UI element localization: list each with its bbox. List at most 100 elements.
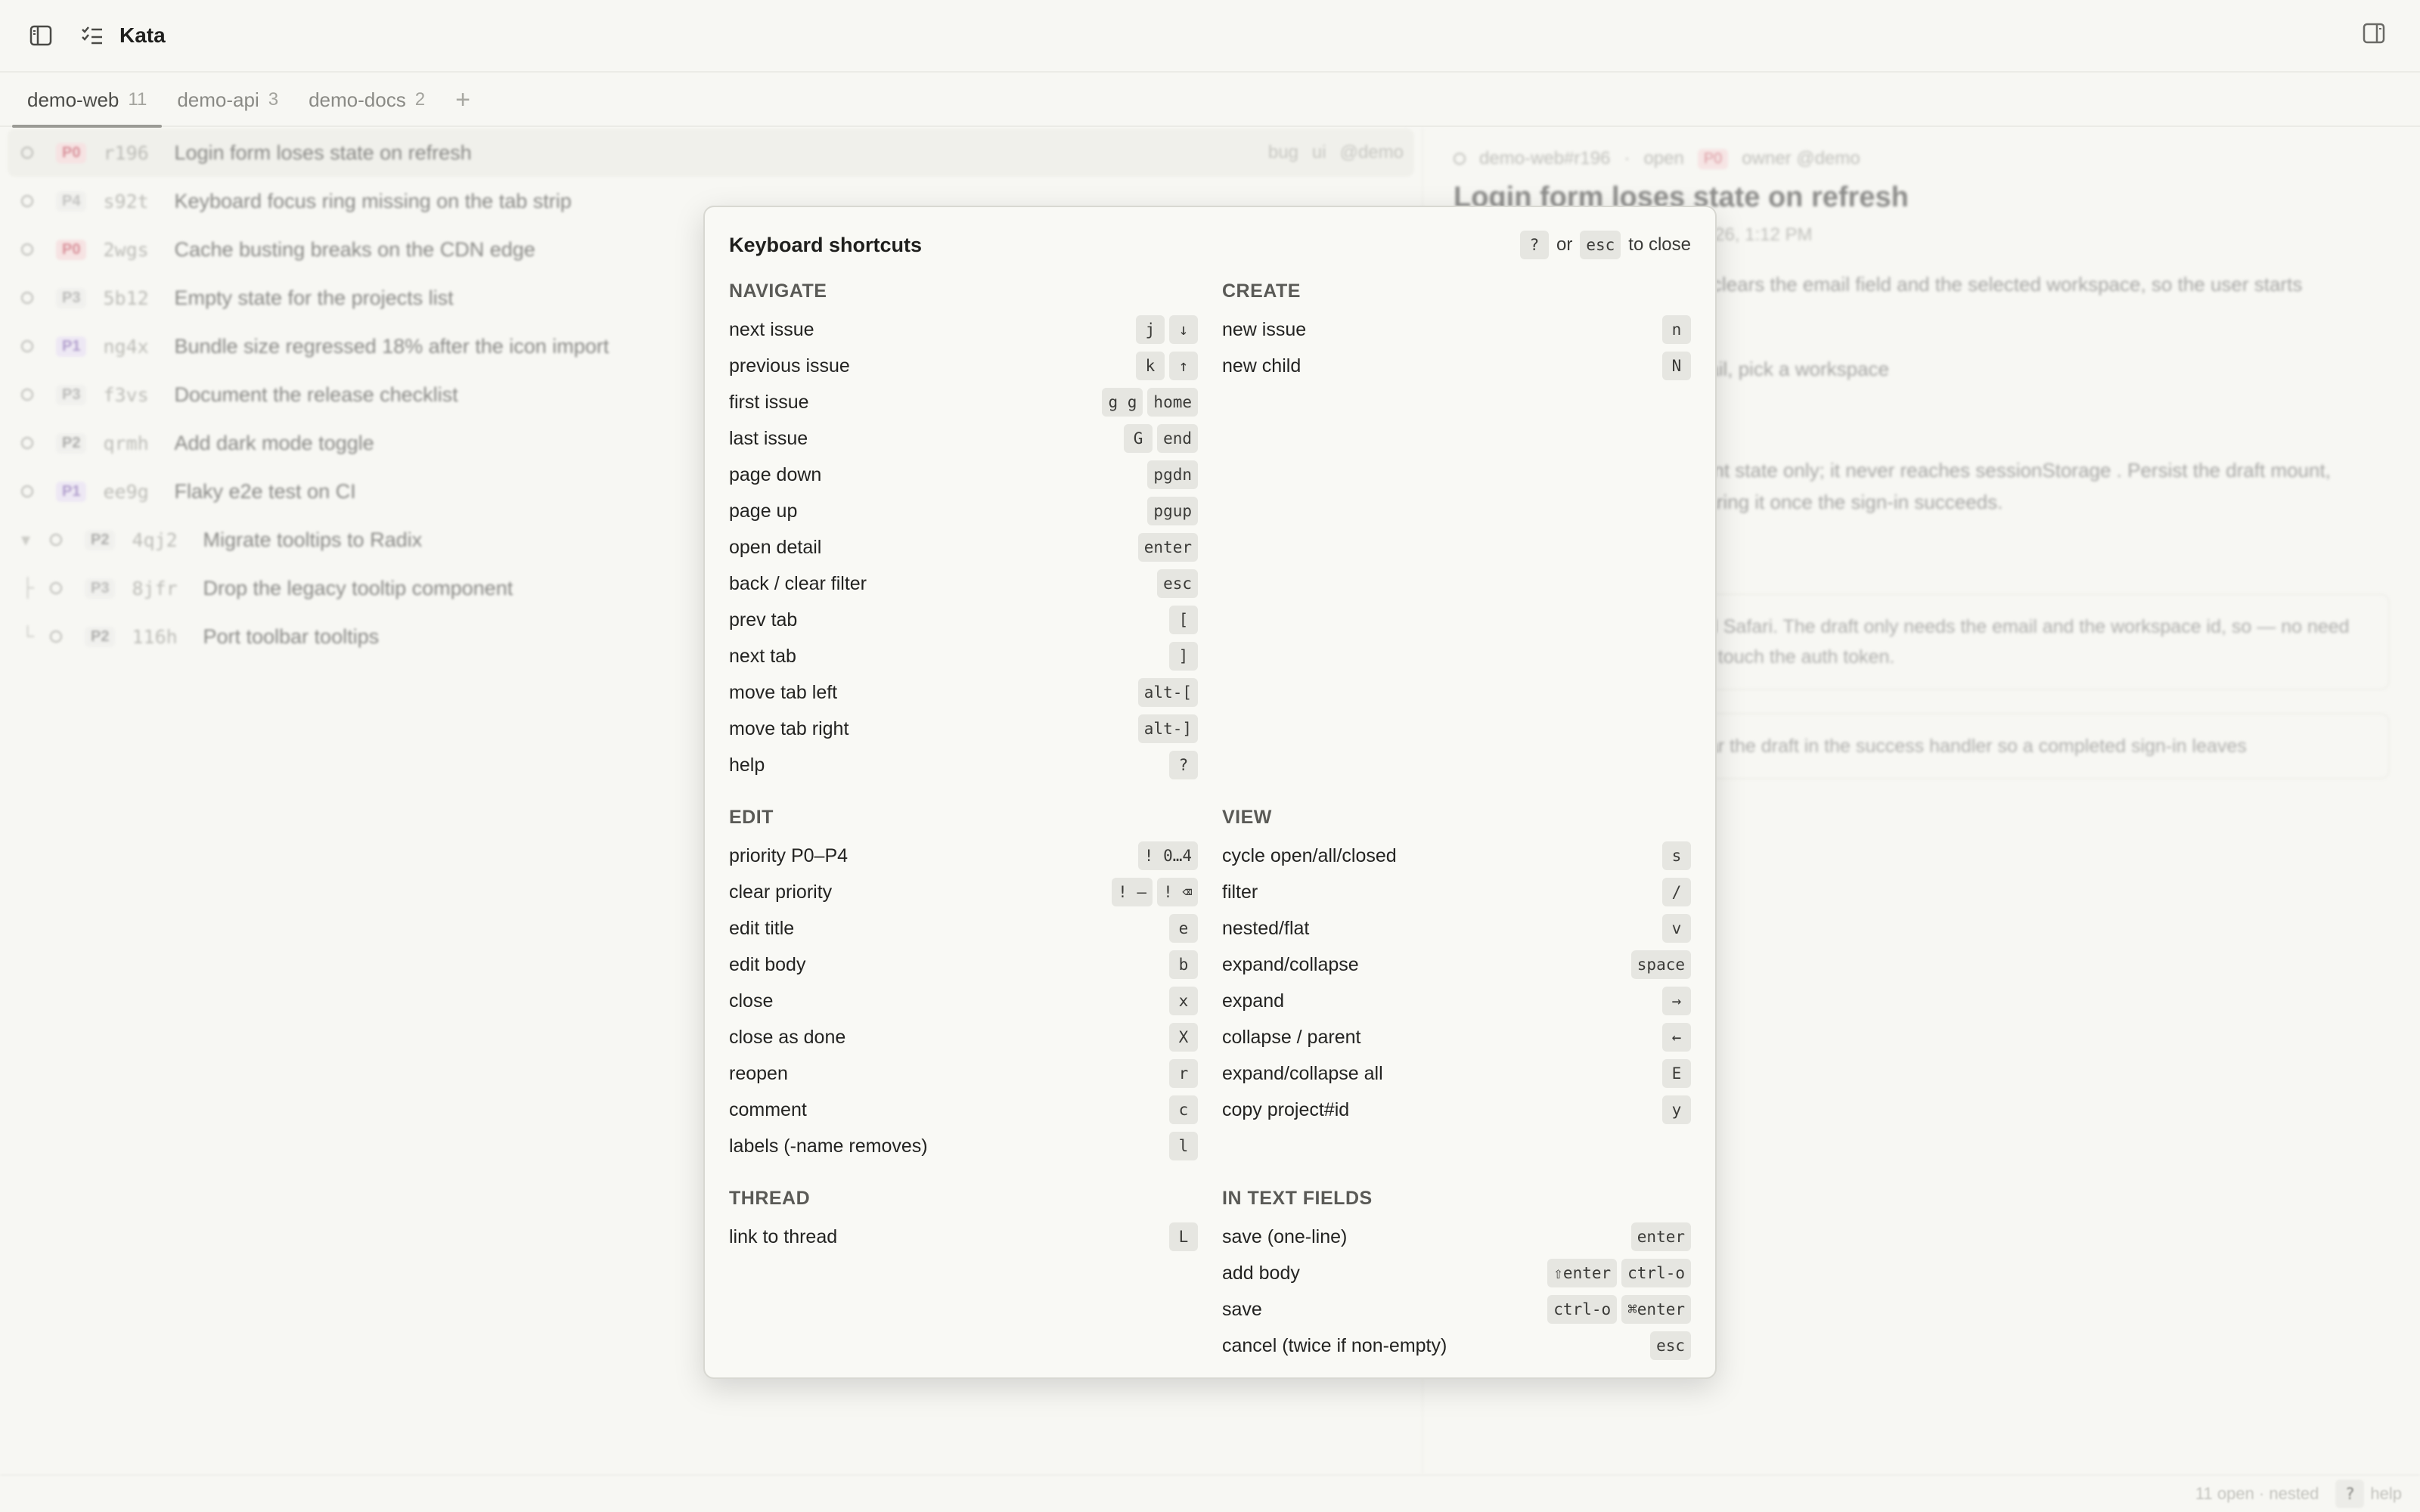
shortcut-first-issue: first issue g g home bbox=[729, 384, 1198, 420]
project-tabs: demo-web 11 demo-api 3 demo-docs 2 + bbox=[0, 73, 2420, 128]
key-cap: ! – bbox=[1112, 878, 1153, 906]
status-open-icon bbox=[50, 582, 62, 594]
shortcut-add-body: add body ⇧enter ctrl-o bbox=[1222, 1255, 1691, 1291]
shortcut-label: comment bbox=[729, 1098, 807, 1120]
tab-demo-docs[interactable]: demo-docs 2 bbox=[293, 73, 440, 126]
status-open-icon bbox=[50, 534, 62, 546]
issue-tag: ui bbox=[1311, 142, 1326, 163]
shortcut-label: reopen bbox=[729, 1062, 788, 1084]
status-open-icon bbox=[50, 631, 62, 643]
add-tab-button[interactable]: + bbox=[440, 85, 486, 115]
shortcut-page-up: page up pgup bbox=[729, 493, 1198, 529]
issue-id: r196 bbox=[103, 141, 149, 164]
shortcut-priority-p0-p4: priority P0–P4 ! 0…4 bbox=[729, 838, 1198, 874]
key-cap: end bbox=[1157, 424, 1198, 453]
status-open-icon bbox=[21, 340, 33, 352]
shortcut-label: close as done bbox=[729, 1026, 846, 1048]
priority-badge: P3 bbox=[56, 287, 87, 308]
shortcut-label: expand bbox=[1222, 990, 1285, 1012]
shortcut-label: new issue bbox=[1222, 318, 1307, 340]
status-bar: 11 open · nested ? help bbox=[0, 1474, 2420, 1512]
priority-badge: P0 bbox=[1697, 148, 1729, 169]
shortcut-open-detail: open detail enter bbox=[729, 529, 1198, 565]
shortcut-label: prev tab bbox=[729, 609, 798, 631]
shortcut-move-tab-left: move tab left alt-[ bbox=[729, 674, 1198, 711]
key-cap: c bbox=[1169, 1095, 1198, 1124]
shortcut-label: new child bbox=[1222, 355, 1302, 376]
tab-demo-web[interactable]: demo-web 11 bbox=[12, 73, 163, 128]
key-cap: pgup bbox=[1147, 497, 1198, 525]
app-title: Kata bbox=[119, 23, 166, 47]
key-cap: E bbox=[1662, 1059, 1691, 1088]
close-key-question[interactable]: ? bbox=[1520, 231, 1549, 259]
shortcut-label: cycle open/all/closed bbox=[1222, 844, 1397, 866]
tab-demo-api[interactable]: demo-api 3 bbox=[162, 73, 293, 126]
issue-title: Port toolbar tooltips bbox=[203, 624, 380, 648]
shortcut-label: expand/collapse all bbox=[1222, 1062, 1383, 1084]
issue-id: 5b12 bbox=[103, 287, 149, 309]
key-cap: g g bbox=[1102, 388, 1143, 417]
key-cap: alt-] bbox=[1137, 714, 1198, 743]
shortcut-label: filter bbox=[1222, 881, 1258, 903]
issue-tag: @demo bbox=[1339, 142, 1404, 163]
section-view: VIEW cycle open/all/closed s filter / nested/… bbox=[1222, 803, 1691, 1164]
key-cap: ! ⌫ bbox=[1157, 878, 1198, 906]
key-cap: k bbox=[1136, 352, 1165, 380]
expand-caret-icon[interactable]: ▾ bbox=[21, 529, 36, 551]
issue-id: ng4x bbox=[103, 335, 149, 358]
tab-label: demo-api bbox=[177, 88, 259, 111]
key-cap: ← bbox=[1662, 1023, 1691, 1052]
section-navigate: NAVIGATE next issue j ↓ previous issue k ↑ firs… bbox=[729, 277, 1198, 783]
checklist-icon bbox=[79, 22, 106, 49]
section-edit: EDIT priority P0–P4 ! 0…4 clear priority ! –… bbox=[729, 803, 1198, 1164]
issue-title: Migrate tooltips to Radix bbox=[203, 528, 423, 551]
priority-badge: P3 bbox=[85, 578, 116, 599]
shortcut-label: save bbox=[1222, 1298, 1262, 1320]
shortcut-copy-project-id: copy project#id y bbox=[1222, 1092, 1691, 1128]
shortcut-expand-collapse: expand/collapse space bbox=[1222, 947, 1691, 983]
key-cap: enter bbox=[1137, 533, 1198, 562]
shortcut-cycle-open-all-closed: cycle open/all/closed s bbox=[1222, 838, 1691, 874]
shortcut-save: save ctrl-o ⌘enter bbox=[1222, 1291, 1691, 1328]
status-summary: 11 open · nested bbox=[2195, 1484, 2319, 1503]
shortcut-close: close x bbox=[729, 983, 1198, 1019]
priority-badge: P1 bbox=[56, 336, 87, 357]
close-key-esc[interactable]: esc bbox=[1580, 231, 1621, 259]
help-key[interactable]: ? bbox=[2335, 1479, 2365, 1508]
issue-id: 2wgs bbox=[103, 238, 149, 261]
shortcut-edit-title: edit title e bbox=[729, 910, 1198, 947]
shortcut-last-issue: last issue Gend bbox=[729, 420, 1198, 457]
key-cap: ⌘enter bbox=[1621, 1295, 1691, 1324]
issue-id: ee9g bbox=[103, 480, 149, 503]
shortcut-label: priority P0–P4 bbox=[729, 844, 849, 866]
shortcut-label: previous issue bbox=[729, 355, 850, 376]
issue-row[interactable]: P0 r196 Login form loses state on refresh b… bbox=[8, 129, 1414, 177]
section-thread: THREAD link to thread L bbox=[729, 1184, 1198, 1255]
issue-title: Cache busting breaks on the CDN edge bbox=[174, 237, 535, 261]
shortcut-filter: filter / bbox=[1222, 874, 1691, 910]
status-open-icon bbox=[21, 292, 33, 304]
sidebar-toggle-icon[interactable] bbox=[27, 22, 54, 49]
status-icon bbox=[1454, 153, 1466, 165]
keyboard-shortcuts-dialog: Keyboard shortcuts ? or esc to close NAV… bbox=[703, 206, 1717, 1379]
close-hint: ? or esc to close bbox=[1520, 231, 1691, 259]
section-title: EDIT bbox=[729, 806, 774, 828]
help-label: help bbox=[2370, 1484, 2402, 1503]
section-title: CREATE bbox=[1222, 280, 1301, 302]
key-cap: [ bbox=[1169, 606, 1198, 634]
shortcuts-column-left: NAVIGATE next issue j ↓ previous issue k ↑ firs… bbox=[729, 277, 1198, 1383]
status-open-icon bbox=[21, 485, 33, 497]
shortcut-expand: expand → bbox=[1222, 983, 1691, 1019]
shortcut-expand-collapse-all: expand/collapse all E bbox=[1222, 1055, 1691, 1092]
shortcut-prev-tab: prev tab [ bbox=[729, 602, 1198, 638]
shortcut-label: close bbox=[729, 990, 774, 1012]
key-cap: y bbox=[1662, 1095, 1691, 1124]
shortcut-labels-name-removes: labels (-name removes) l bbox=[729, 1128, 1198, 1164]
detail-panel-toggle-icon[interactable] bbox=[2363, 23, 2390, 50]
key-cap: / bbox=[1662, 878, 1691, 906]
priority-badge: P2 bbox=[85, 529, 116, 550]
shortcut-label: add body bbox=[1222, 1262, 1300, 1284]
issue-ref: demo-web#r196 bbox=[1479, 148, 1611, 169]
shortcut-label: page down bbox=[729, 463, 822, 485]
key-cap: n bbox=[1662, 315, 1691, 344]
